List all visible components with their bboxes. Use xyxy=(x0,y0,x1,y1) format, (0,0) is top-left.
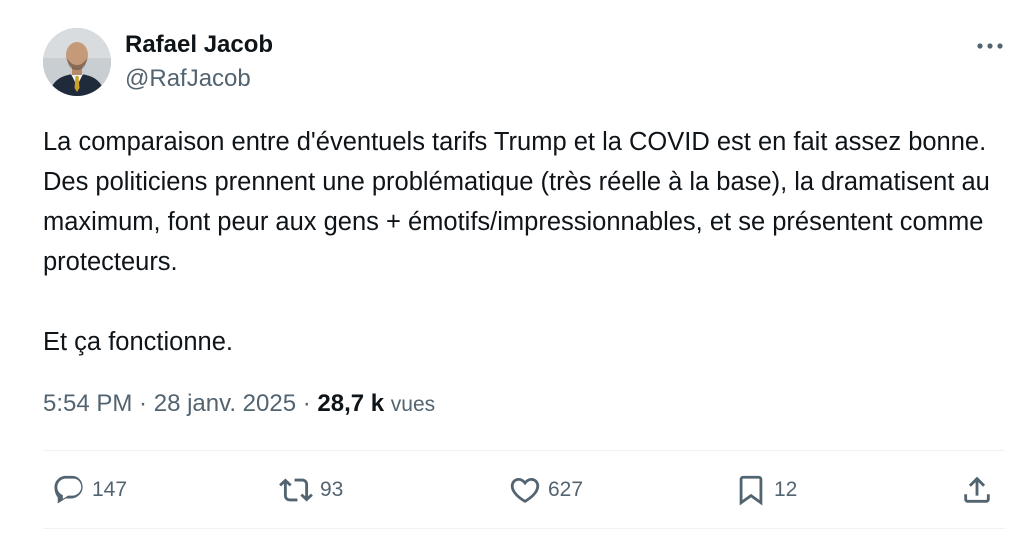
tweet-text: La comparaison entre d'éventuels tarifs … xyxy=(43,128,990,356)
like-button[interactable]: 627 xyxy=(508,470,583,510)
retweet-button[interactable]: 93 xyxy=(278,470,343,510)
retweet-count: 93 xyxy=(320,478,344,501)
author-avatar[interactable] xyxy=(43,28,111,96)
ellipsis-icon[interactable] xyxy=(974,34,1006,58)
share-button[interactable] xyxy=(960,470,994,510)
bookmark-button[interactable]: 12 xyxy=(734,470,797,510)
profile-photo-icon xyxy=(43,28,111,96)
tweet-date[interactable]: 28 janv. 2025 xyxy=(154,390,296,417)
divider xyxy=(43,450,1005,451)
tweet-meta: 5:54 PM · 28 janv. 2025 · 28,7 k vues xyxy=(43,388,435,421)
bookmark-count: 12 xyxy=(774,478,798,501)
reply-button[interactable]: 147 xyxy=(52,470,127,510)
like-count: 627 xyxy=(548,478,584,501)
views-count[interactable]: 28,7 k xyxy=(317,390,384,417)
meta-separator: · xyxy=(296,390,318,417)
tweet-card: Rafael Jacob @RafJacob La comparaison en… xyxy=(0,0,1036,542)
meta-separator: · xyxy=(132,390,154,417)
reply-icon xyxy=(54,475,83,504)
bookmark-icon xyxy=(739,475,763,506)
reply-count: 147 xyxy=(92,478,128,501)
author-name[interactable]: Rafael Jacob xyxy=(125,31,273,59)
divider xyxy=(43,528,1005,529)
share-icon xyxy=(964,476,990,503)
author-handle[interactable]: @RafJacob xyxy=(125,65,251,93)
retweet-icon xyxy=(279,478,313,502)
tweet-time[interactable]: 5:54 PM xyxy=(43,390,132,417)
views-label: vues xyxy=(390,393,436,416)
heart-icon xyxy=(510,477,540,503)
